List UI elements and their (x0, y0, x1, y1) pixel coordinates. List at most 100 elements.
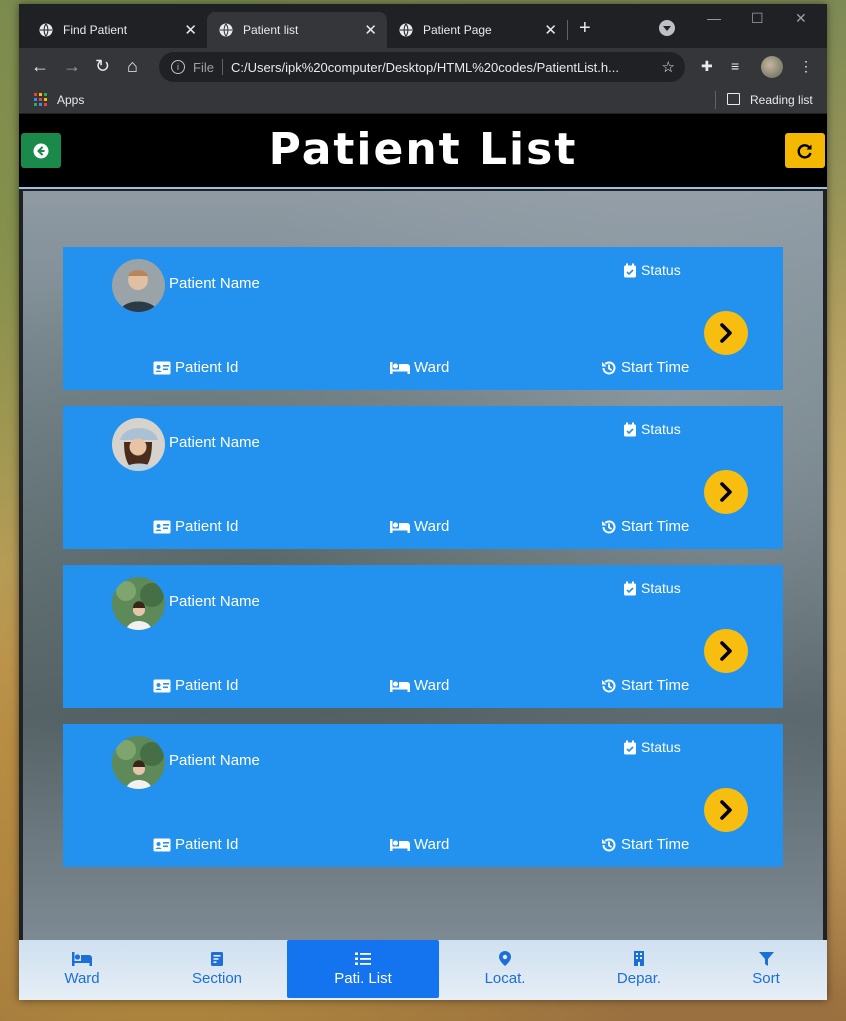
reading-list-icon[interactable] (727, 93, 740, 105)
profile-avatar[interactable] (761, 56, 783, 78)
status-label: Status (641, 421, 681, 437)
forward-arrow-icon[interactable]: → (63, 56, 81, 76)
open-patient-button[interactable] (704, 788, 748, 832)
calendar-check-icon (624, 581, 636, 595)
open-patient-button[interactable] (704, 470, 748, 514)
home-icon[interactable]: ⌂ (127, 56, 138, 76)
close-icon[interactable]: ✕ (364, 21, 377, 39)
reading-list-button[interactable]: Reading list (750, 93, 813, 107)
history-icon (602, 360, 616, 374)
tab-search-icon[interactable] (659, 20, 675, 36)
filter-icon (758, 951, 774, 966)
patient-card[interactable]: Patient Name Status Patient Id Ward Star… (63, 406, 783, 549)
maximize-icon[interactable]: ☐ (751, 10, 764, 27)
info-icon[interactable]: i (171, 60, 185, 74)
bed-icon (390, 838, 410, 851)
ward-label: Ward (414, 677, 450, 694)
close-icon[interactable]: ✕ (544, 21, 557, 39)
nav-patient-list[interactable]: Pati. List (287, 940, 439, 998)
section-icon (211, 951, 223, 966)
patient-id: Patient Id (153, 359, 238, 376)
chevron-right-icon (720, 482, 732, 502)
patient-status: Status (623, 262, 681, 278)
patient-id: Patient Id (153, 836, 238, 853)
nav-label: Section (191, 969, 243, 987)
patient-ward: Ward (390, 677, 449, 694)
reload-icon[interactable]: ↻ (95, 56, 110, 76)
open-patient-button[interactable] (704, 311, 748, 355)
ward-label: Ward (414, 836, 450, 853)
patient-avatar (112, 259, 165, 312)
tab-patient-page[interactable]: Patient Page ✕ (387, 12, 567, 48)
bed-icon (390, 679, 410, 692)
nav-department[interactable]: Depar. (575, 940, 703, 998)
patient-status: Status (623, 421, 681, 437)
patient-id: Patient Id (153, 518, 238, 535)
status-label: Status (641, 262, 681, 278)
ward-label: Ward (414, 518, 450, 535)
open-patient-button[interactable] (704, 629, 748, 673)
patient-name: Patient Name (169, 752, 260, 769)
apps-icon[interactable] (34, 93, 47, 106)
browser-window: Find Patient ✕ Patient list ✕ Patient Pa… (19, 4, 827, 1000)
nav-sort[interactable]: Sort (705, 940, 827, 998)
patient-status: Status (623, 580, 681, 596)
ward-label: Ward (414, 359, 450, 376)
patient-card[interactable]: Patient Name Status Patient Id Ward Star… (63, 724, 783, 867)
menu-kebab-icon[interactable]: ⋮ (799, 58, 813, 75)
new-tab-icon[interactable]: + (579, 17, 591, 40)
url-text[interactable]: C:/Users/ipk%20computer/Desktop/HTML%20c… (231, 60, 619, 75)
back-arrow-icon[interactable]: ← (31, 56, 49, 76)
patient-name: Patient Name (169, 593, 260, 610)
address-bar[interactable]: i File C:/Users/ipk%20computer/Desktop/H… (159, 52, 685, 82)
patient-start-time: Start Time (601, 677, 689, 694)
globe-icon (399, 23, 413, 37)
start-time-label: Start Time (621, 836, 690, 853)
patient-ward: Ward (390, 836, 449, 853)
browser-toolbar: ← → ↻ ⌂ i File C:/Users/ipk%20computer/D… (19, 48, 827, 86)
nav-section[interactable]: Section (154, 940, 280, 998)
bed-icon (390, 520, 410, 533)
patient-id-label: Patient Id (175, 518, 239, 535)
tab-patient-list[interactable]: Patient list ✕ (207, 12, 387, 48)
tab-find-patient[interactable]: Find Patient ✕ (27, 12, 207, 48)
extensions-icon[interactable]: ✚ (701, 58, 713, 75)
patient-card[interactable]: Patient Name Status Patient Id Ward Star… (63, 247, 783, 390)
nav-label: Depar. (616, 970, 662, 987)
nav-ward[interactable]: Ward (19, 940, 145, 998)
calendar-check-icon (624, 263, 636, 277)
patient-list-container: Patient Name Status Patient Id Ward Star… (23, 191, 823, 941)
bookmark-star-icon[interactable]: ☆ (662, 58, 675, 76)
start-time-label: Start Time (621, 677, 690, 694)
patient-id-label: Patient Id (175, 836, 239, 853)
apps-bookmark[interactable]: Apps (57, 93, 84, 107)
calendar-check-icon (624, 422, 636, 436)
patient-start-time: Start Time (601, 518, 689, 535)
patient-id-label: Patient Id (175, 677, 239, 694)
patient-card[interactable]: Patient Name Status Patient Id Ward Star… (63, 565, 783, 708)
window-close-icon[interactable]: ✕ (795, 10, 807, 27)
omnibox-divider (221, 59, 223, 75)
patient-ward: Ward (390, 359, 449, 376)
bookmark-separator (715, 91, 716, 109)
patient-ward: Ward (390, 518, 449, 535)
refresh-button[interactable] (785, 133, 825, 168)
patient-id: Patient Id (153, 677, 238, 694)
location-icon (499, 951, 511, 966)
tab-label: Find Patient (63, 23, 128, 37)
minimize-icon[interactable]: — (707, 10, 721, 26)
close-icon[interactable]: ✕ (184, 21, 197, 39)
page-title: Patient List (268, 124, 578, 175)
nav-location[interactable]: Locat. (441, 940, 569, 998)
patient-id-label: Patient Id (175, 359, 239, 376)
building-icon (634, 951, 644, 966)
nav-label: Pati. List (334, 969, 392, 987)
id-card-icon (153, 838, 171, 851)
nav-label: Ward (64, 969, 100, 987)
patient-start-time: Start Time (601, 359, 689, 376)
bed-icon (390, 361, 410, 374)
calendar-check-icon (624, 740, 636, 754)
media-icon[interactable]: ≡ (731, 58, 739, 74)
redo-icon (797, 143, 812, 159)
web-page: Patient List Patient Name Status Patient… (19, 114, 827, 1000)
